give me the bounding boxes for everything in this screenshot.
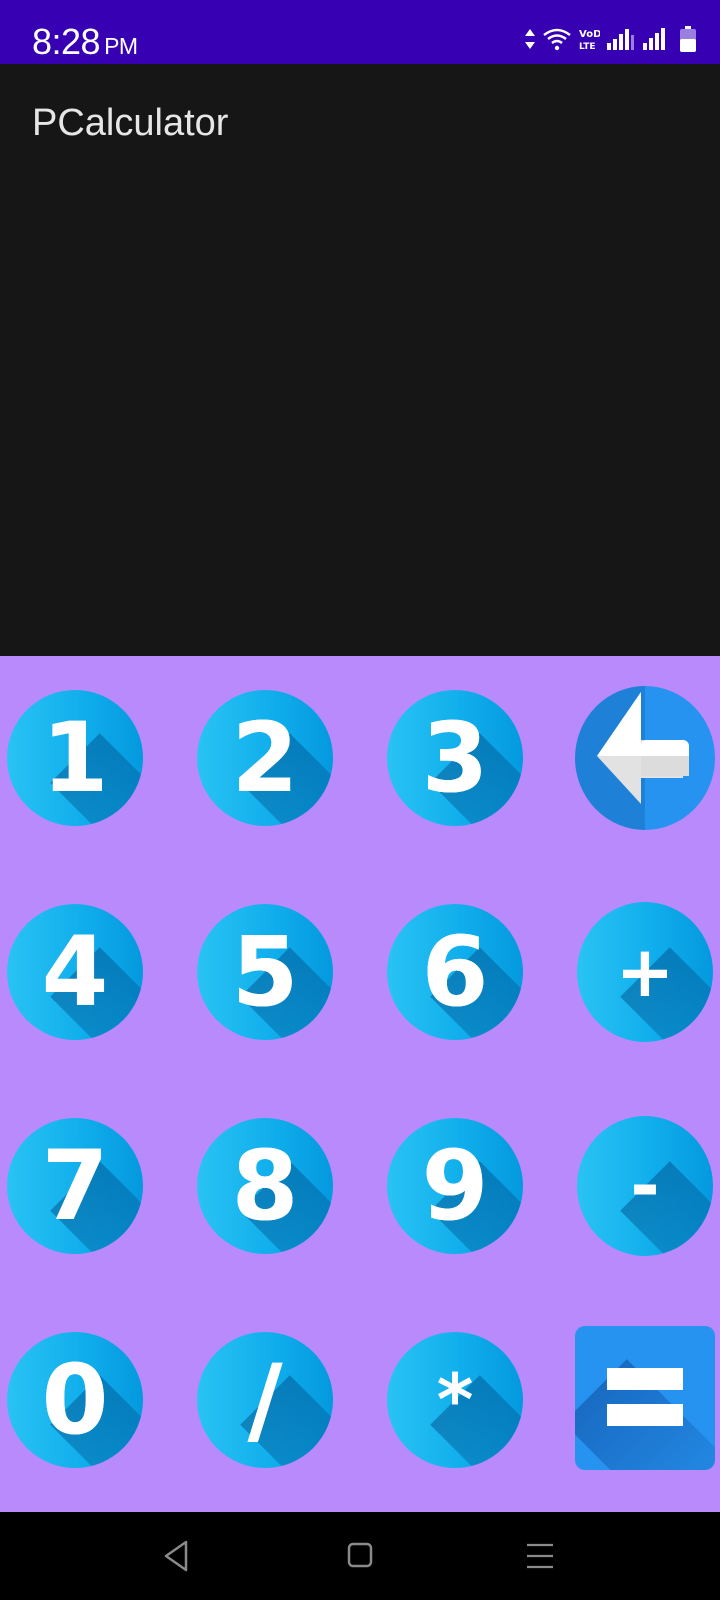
svg-text:LTE: LTE [579,42,596,51]
key-label: 9 [421,1130,489,1242]
key-5[interactable]: 5 [197,904,333,1040]
key-8[interactable]: 8 [197,1118,333,1254]
divide-label: / [247,1344,283,1456]
display-area: PCalculator [0,64,720,656]
key-label: 7 [41,1130,109,1242]
key-label: 6 [421,916,489,1028]
equals-bar-bottom [607,1404,683,1426]
status-ampm: PM [104,33,138,59]
key-6[interactable]: 6 [387,904,523,1040]
nav-home-button[interactable] [340,1536,380,1576]
nav-recents-button[interactable] [520,1536,560,1576]
screen: 8:28 PM VoD LTE PCalculator 1 2 3 4 5 6 … [0,0,720,1600]
status-time: 8:28 PM [32,20,138,68]
backspace-arrow-icon [597,692,689,804]
status-time-value: 8:28 [32,21,101,62]
multiply-button[interactable]: * [387,1332,523,1468]
backspace-button[interactable] [575,686,715,830]
key-label: 1 [41,702,109,814]
multiply-label: * [436,1359,474,1441]
equals-button[interactable] [575,1326,715,1470]
app-title: PCalculator [32,102,229,144]
volte-icon: VoD LTE [578,27,600,51]
plus-label: + [615,931,675,1013]
battery-icon [680,26,696,52]
key-label: 4 [41,916,109,1028]
minus-label: - [630,1145,660,1227]
key-label: 3 [421,702,489,814]
signal-sim1-icon [606,27,636,51]
plus-button[interactable]: + [577,902,713,1042]
key-9[interactable]: 9 [387,1118,523,1254]
key-label: 2 [231,702,299,814]
key-label: 8 [231,1130,299,1242]
home-icon [347,1542,373,1568]
svg-text:VoD: VoD [579,29,600,40]
nav-back-button[interactable] [158,1536,198,1576]
key-label: 5 [231,916,299,1028]
data-arrows-icon [524,27,536,51]
key-4[interactable]: 4 [7,904,143,1040]
divide-button[interactable]: / [197,1332,333,1468]
recents-icon [527,1543,553,1569]
key-label: 0 [41,1344,109,1456]
keypad: 1 2 3 4 5 6 + 7 8 9 - 0 / * [0,656,720,1512]
key-3[interactable]: 3 [387,690,523,826]
navigation-bar [0,1512,720,1600]
wifi-icon [542,27,572,51]
back-icon [164,1540,188,1572]
equals-bar-top [607,1368,683,1390]
key-0[interactable]: 0 [7,1332,143,1468]
signal-sim2-icon [642,27,666,51]
minus-button[interactable]: - [577,1116,713,1256]
key-1[interactable]: 1 [7,690,143,826]
status-icons: VoD LTE [524,24,696,54]
status-bar: 8:28 PM VoD LTE [0,0,720,64]
key-2[interactable]: 2 [197,690,333,826]
key-7[interactable]: 7 [7,1118,143,1254]
